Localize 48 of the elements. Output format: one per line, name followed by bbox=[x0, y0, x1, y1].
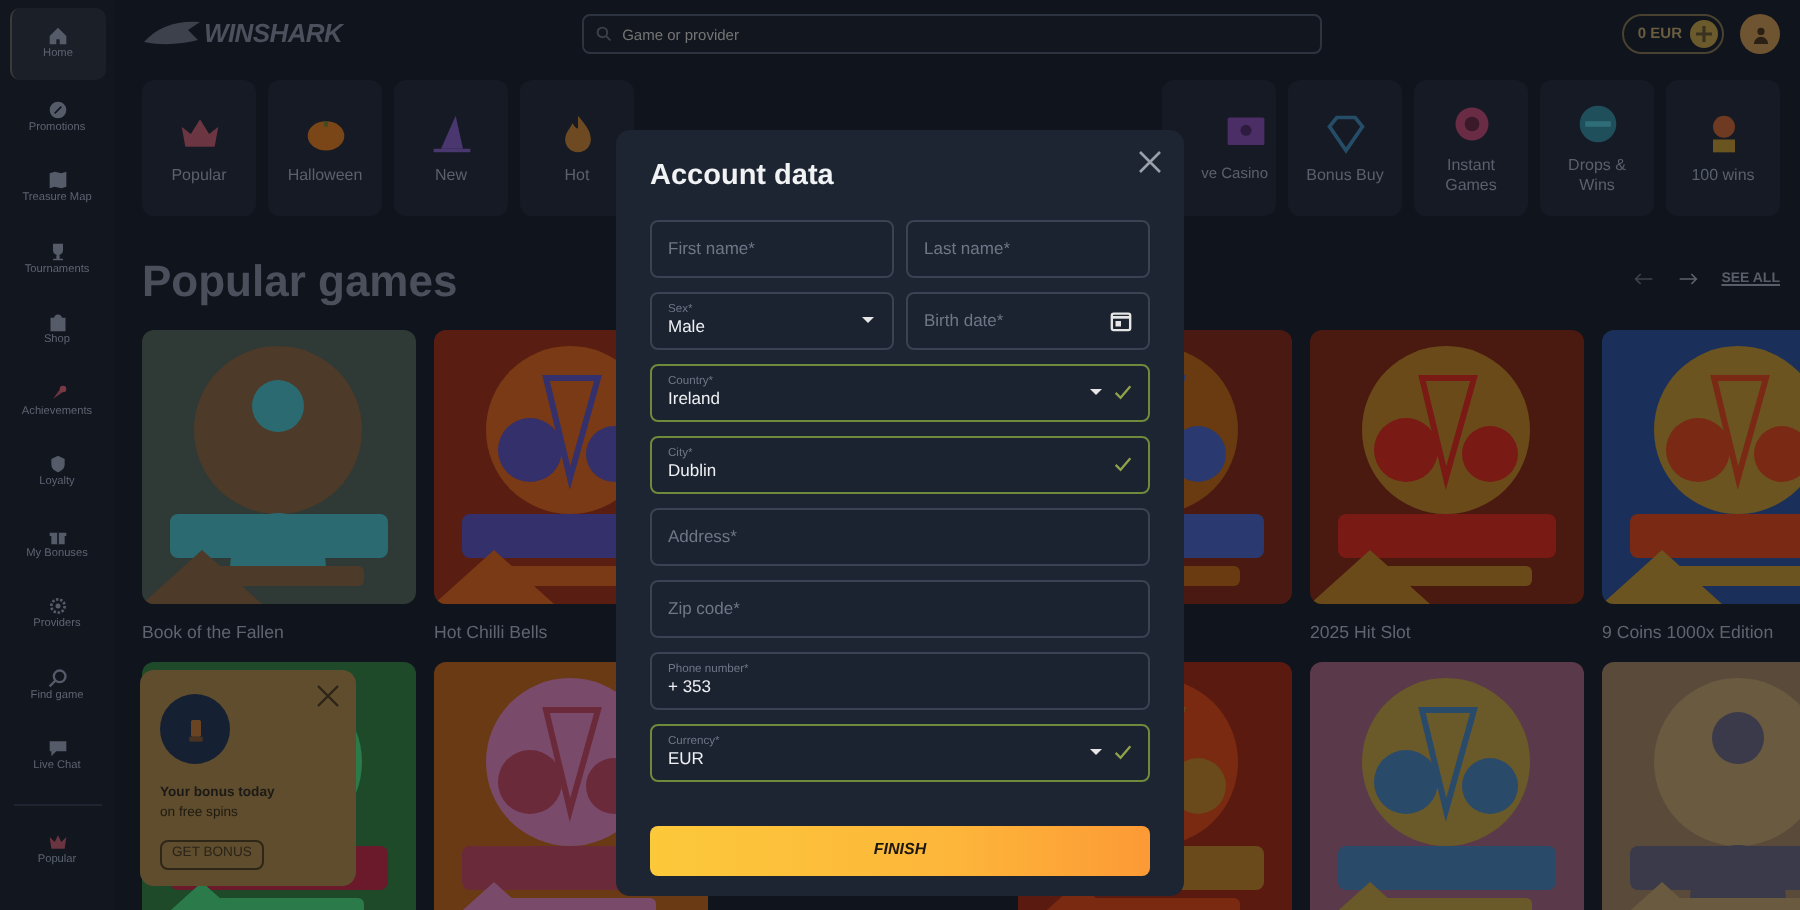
map-icon bbox=[47, 170, 67, 191]
category-tile[interactable]: Bonus Buy bbox=[1288, 80, 1402, 216]
bag-icon bbox=[47, 312, 67, 333]
chat-icon bbox=[47, 738, 67, 759]
arrow-right-icon bbox=[1677, 272, 1698, 287]
check-icon bbox=[1114, 456, 1132, 473]
calendar-icon bbox=[1110, 309, 1132, 332]
section-title: Popular games bbox=[142, 253, 458, 310]
arrow-left-icon bbox=[1633, 272, 1654, 287]
modal-title: Account data bbox=[650, 158, 836, 196]
category-tile[interactable]: Instant Games bbox=[1414, 80, 1528, 216]
percent-icon bbox=[47, 99, 67, 120]
plus-icon bbox=[1690, 20, 1718, 48]
category-tile[interactable]: New bbox=[394, 80, 508, 216]
date-field[interactable]: Birth date* bbox=[906, 291, 1150, 350]
lantern-icon bbox=[160, 694, 230, 764]
badge-icon bbox=[1575, 102, 1619, 147]
input-field[interactable]: Last name* bbox=[906, 219, 1150, 278]
check-icon bbox=[1114, 384, 1132, 401]
category-tile[interactable]: Popular bbox=[142, 80, 256, 216]
finish-button[interactable]: FINISH bbox=[650, 825, 1150, 876]
home-icon bbox=[48, 26, 68, 47]
crown-icon bbox=[47, 831, 67, 852]
check-icon bbox=[1114, 744, 1132, 761]
search-icon bbox=[596, 26, 613, 42]
gear-icon bbox=[47, 596, 67, 617]
hat-icon bbox=[429, 111, 473, 156]
category-tile[interactable]: Drops & Wins bbox=[1540, 80, 1654, 216]
input-field[interactable]: Address* bbox=[650, 507, 1150, 566]
search-icon bbox=[47, 667, 67, 688]
input-field[interactable]: Zip code* bbox=[650, 579, 1150, 638]
input-field[interactable]: First name* bbox=[650, 219, 894, 278]
close-icon[interactable] bbox=[1138, 150, 1162, 174]
category-tile[interactable]: Hot bbox=[520, 80, 634, 216]
user-avatar[interactable] bbox=[1740, 14, 1780, 54]
shield-icon bbox=[47, 454, 67, 475]
caret-icon bbox=[1088, 386, 1104, 399]
caret-icon bbox=[860, 314, 876, 327]
user-icon bbox=[1751, 25, 1769, 43]
trophy-icon bbox=[47, 241, 67, 262]
caret-icon bbox=[1088, 746, 1104, 759]
category-tile[interactable]: 100 wins bbox=[1666, 80, 1780, 216]
category-tile[interactable]: Halloween bbox=[268, 80, 382, 216]
diamond-icon bbox=[1323, 111, 1367, 156]
logo-text: WINSHARK bbox=[204, 16, 343, 53]
game-title[interactable]: 2025 Hit Slot bbox=[1310, 620, 1584, 662]
game-title[interactable]: 9 Coins 1000x Edition bbox=[1602, 620, 1800, 662]
game-title[interactable]: Book of the Fallen bbox=[142, 620, 416, 662]
